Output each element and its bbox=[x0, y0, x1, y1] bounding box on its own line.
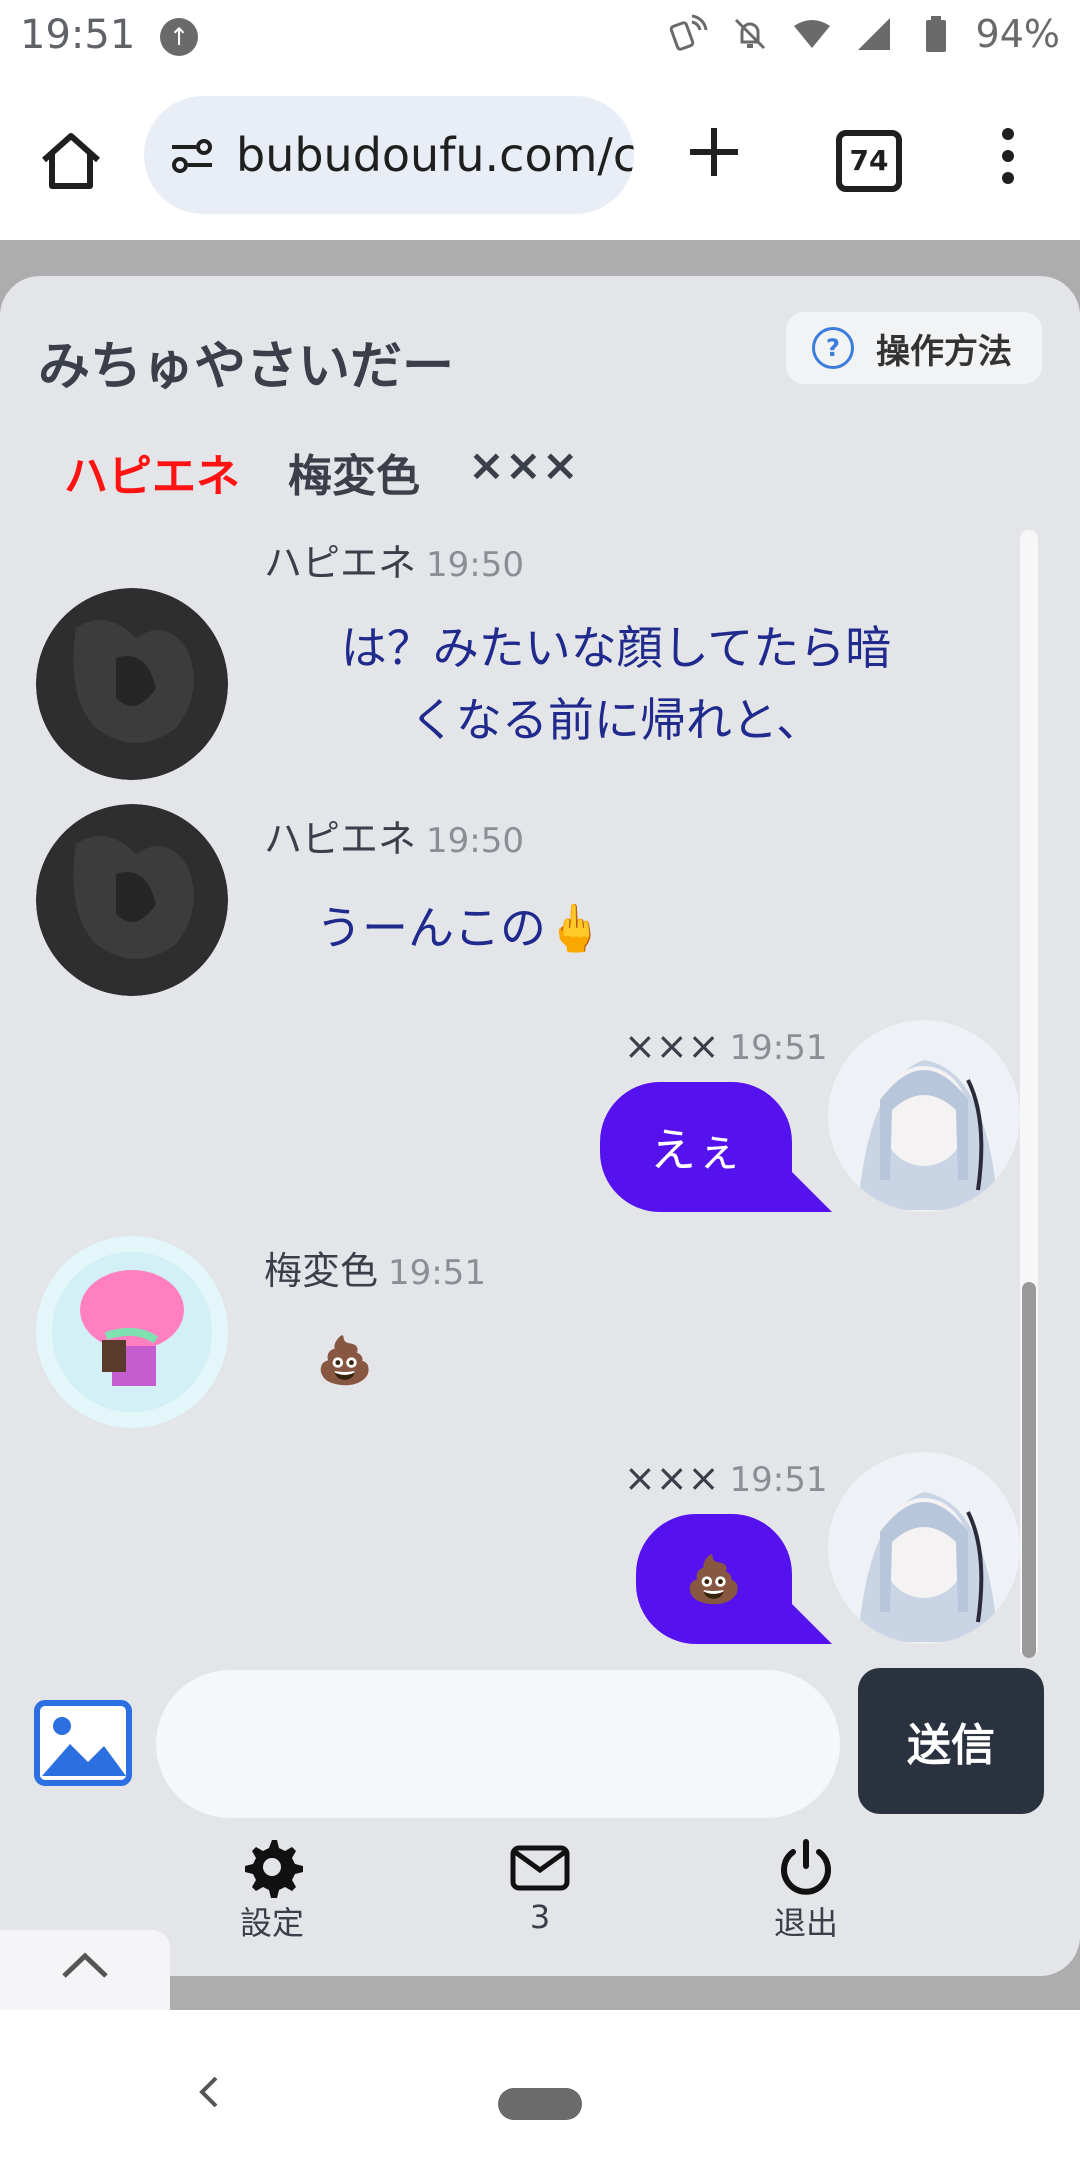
bubble-tail bbox=[792, 1604, 832, 1644]
message-input[interactable] bbox=[156, 1670, 840, 1818]
gear-icon bbox=[245, 1840, 303, 1898]
chevron-up-icon bbox=[62, 1952, 108, 1978]
message-time: 19:51 bbox=[388, 1253, 486, 1293]
signal-icon bbox=[852, 12, 896, 56]
member-name[interactable]: 梅変色 bbox=[288, 440, 420, 504]
system-nav-bar bbox=[0, 2016, 1080, 2160]
tune-icon[interactable] bbox=[168, 131, 216, 179]
message-time: 19:51 bbox=[729, 1028, 828, 1068]
message-sender: ハピエネ bbox=[264, 541, 417, 585]
message-text: は？みたいな顔してたら暗 くなる前に帰れと、 bbox=[316, 612, 916, 756]
send-button[interactable]: 送信 bbox=[858, 1668, 1044, 1814]
power-icon bbox=[781, 1839, 831, 1895]
image-icon[interactable] bbox=[34, 1700, 132, 1786]
help-button[interactable]: ? 操作方法 bbox=[786, 312, 1042, 384]
logout-button[interactable]: 退出 bbox=[746, 1836, 866, 1944]
bubble-tail bbox=[792, 1172, 832, 1212]
back-icon[interactable] bbox=[190, 2072, 230, 2112]
upload-icon: ↑ bbox=[160, 18, 198, 56]
mail-button[interactable]: 3 bbox=[480, 1836, 600, 1936]
plus-icon[interactable] bbox=[684, 122, 744, 182]
message-meta: ハピエネ 19:50 bbox=[264, 532, 524, 587]
battery-icon bbox=[914, 12, 958, 56]
member-name[interactable]: ハピエネ bbox=[64, 440, 240, 504]
message-sender: ハピエネ bbox=[264, 817, 417, 861]
avatar[interactable] bbox=[36, 804, 228, 996]
message-meta: ××× 19:51 bbox=[624, 1024, 828, 1068]
message-sender: ××× bbox=[624, 1456, 720, 1500]
settings-button[interactable]: 設定 bbox=[212, 1836, 332, 1944]
message-line: は？みたいな顔してたら暗 bbox=[340, 621, 892, 675]
message-sender: ××× bbox=[624, 1024, 720, 1068]
member-list: ハピエネ 梅変色 ××× bbox=[64, 440, 579, 504]
room-title: みちゅやさいだー bbox=[38, 337, 455, 397]
message-time: 19:50 bbox=[426, 545, 524, 585]
message-meta: 梅変色 19:51 bbox=[264, 1240, 486, 1295]
mail-icon bbox=[510, 1845, 570, 1891]
message-bubble: 💩 bbox=[636, 1514, 792, 1644]
avatar[interactable] bbox=[828, 1452, 1020, 1644]
message-sender: 梅変色 bbox=[264, 1249, 379, 1293]
browser-toolbar: bubudoufu.com/c 74 bbox=[0, 76, 1080, 240]
collapse-toggle[interactable] bbox=[0, 1930, 170, 2010]
status-bar: 19:51 ↑ 94% bbox=[0, 0, 1080, 76]
nfc-icon bbox=[666, 12, 710, 56]
status-icons: 94% bbox=[666, 12, 1060, 56]
message-time: 19:50 bbox=[426, 821, 524, 861]
message-text: 💩 bbox=[316, 1333, 374, 1387]
settings-label: 設定 bbox=[239, 1904, 304, 1942]
avatar[interactable] bbox=[828, 1020, 1020, 1212]
member-name[interactable]: ××× bbox=[468, 440, 579, 504]
mail-count: 3 bbox=[529, 1898, 551, 1936]
wifi-icon bbox=[790, 12, 834, 56]
message-text: うーんこの🖕 bbox=[316, 901, 604, 955]
home-icon[interactable] bbox=[36, 126, 106, 196]
chat-panel: みちゅやさいだー ? 操作方法 ハピエネ 梅変色 ××× ハピエネ 19:50 は… bbox=[0, 276, 1080, 1976]
status-time: 19:51 bbox=[20, 12, 136, 58]
scrollbar-thumb[interactable] bbox=[1022, 1282, 1036, 1658]
bell-off-icon bbox=[728, 12, 772, 56]
url-bar[interactable]: bubudoufu.com/c bbox=[144, 96, 634, 214]
tab-count-button[interactable]: 74 bbox=[836, 130, 902, 192]
message-meta: ××× 19:51 bbox=[624, 1456, 828, 1500]
home-pill[interactable] bbox=[498, 2088, 582, 2120]
help-label: 操作方法 bbox=[876, 331, 1012, 372]
more-icon[interactable] bbox=[996, 128, 1020, 188]
message-bubble: えぇ bbox=[600, 1082, 792, 1212]
avatar[interactable] bbox=[36, 588, 228, 780]
message-meta: ハピエネ 19:50 bbox=[264, 808, 524, 863]
message-line: くなる前に帰れと、 bbox=[409, 693, 823, 747]
battery-percent: 94% bbox=[975, 12, 1060, 56]
message-time: 19:51 bbox=[729, 1460, 828, 1500]
help-icon: ? bbox=[812, 327, 854, 369]
logout-label: 退出 bbox=[773, 1904, 838, 1942]
url-text[interactable]: bubudoufu.com/c bbox=[236, 128, 634, 182]
avatar[interactable] bbox=[36, 1236, 228, 1428]
